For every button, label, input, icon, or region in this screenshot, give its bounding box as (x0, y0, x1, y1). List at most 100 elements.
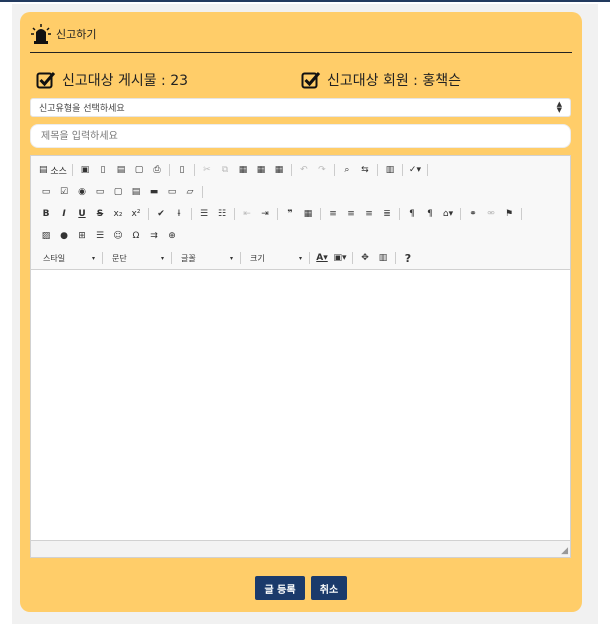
replace-icon[interactable]: ⇆ (357, 161, 373, 179)
size-label: 크기 (250, 253, 265, 263)
undo-icon[interactable]: ↶ (296, 161, 312, 179)
bold-button[interactable]: B (38, 205, 54, 223)
title-input[interactable] (30, 124, 571, 148)
toolbar-separator (290, 164, 292, 176)
show-blocks-icon[interactable]: ▥ (375, 249, 391, 267)
document-icon[interactable]: ▯ (174, 161, 190, 179)
preview-icon[interactable]: ▢ (131, 161, 147, 179)
copy-format-icon[interactable]: ✔ (153, 205, 169, 223)
paste-icon[interactable]: ▦ (235, 161, 251, 179)
toolbar-separator (193, 164, 195, 176)
checkbox-checked-icon (36, 72, 56, 89)
bulleted-list-icon[interactable]: ☷ (214, 205, 230, 223)
textarea-icon[interactable]: ▢ (110, 183, 126, 201)
numbered-list-icon[interactable]: ☰ (196, 205, 212, 223)
templates-icon[interactable]: ▤ (113, 161, 129, 179)
print-icon[interactable]: ⎙ (149, 161, 165, 179)
format-dropdown[interactable]: 문단 ▾ (106, 250, 168, 266)
toolbar-separator (234, 208, 235, 220)
copy-icon[interactable]: ⧉ (217, 161, 233, 179)
toolbar-row-5: 스타일 ▾ 문단 ▾ 글꼴 ▾ 크기 ▾ A▾ ▣▾ ✥ ▥ ? (37, 247, 564, 269)
submit-button[interactable]: 글 등록 (255, 576, 305, 600)
rtl-icon[interactable]: ¶ (422, 205, 438, 223)
editor-toolbar: ▤ 소스 ▣ ▯ ▤ ▢ ⎙ ▯ ✂ ⧉ ▦ ▦ ▦ ↶ ↷ ⌕ ⇆ ▥ ✓▾ … (31, 156, 570, 270)
resize-handle-icon[interactable]: ◢ (561, 546, 568, 556)
page-break-icon[interactable]: ⇉ (146, 227, 162, 245)
member-target-checkbox[interactable]: 신고대상 회원 : 홍책슨 (301, 70, 461, 90)
redo-icon[interactable]: ↷ (314, 161, 330, 179)
rich-text-editor: ▤ 소스 ▣ ▯ ▤ ▢ ⎙ ▯ ✂ ⧉ ▦ ▦ ▦ ↶ ↷ ⌕ ⇆ ▥ ✓▾ … (30, 155, 571, 558)
special-char-icon[interactable]: Ω (128, 227, 144, 245)
indent-icon[interactable]: ⇥ (257, 205, 273, 223)
toolbar-separator (240, 252, 241, 264)
outdent-icon[interactable]: ⇤ (239, 205, 255, 223)
toolbar-separator (277, 208, 278, 220)
form-icon[interactable]: ▭ (38, 183, 54, 201)
help-button[interactable]: ? (400, 249, 416, 267)
styles-dropdown[interactable]: 스타일 ▾ (37, 250, 99, 266)
italic-button[interactable]: I (56, 205, 72, 223)
toolbar-separator (401, 164, 403, 176)
select-all-icon[interactable]: ▥ (382, 161, 398, 179)
remove-format-icon[interactable]: Ɨ (171, 205, 187, 223)
blockquote-icon[interactable]: ❞ (282, 205, 298, 223)
subscript-icon[interactable]: x₂ (110, 205, 126, 223)
iframe-icon[interactable]: ⊕ (164, 227, 180, 245)
size-dropdown[interactable]: 크기 ▾ (244, 250, 306, 266)
post-target-checkbox[interactable]: 신고대상 게시물 : 23 (36, 70, 188, 90)
toolbar-separator (333, 164, 335, 176)
font-dropdown[interactable]: 글꼴 ▾ (175, 250, 237, 266)
radio-icon[interactable]: ◉ (74, 183, 90, 201)
ltr-icon[interactable]: ¶ (404, 205, 420, 223)
toolbar-separator (168, 164, 170, 176)
checkbox-icon[interactable]: ☑ (56, 183, 72, 201)
strike-button[interactable]: S (92, 205, 108, 223)
text-field-icon[interactable]: ▭ (92, 183, 108, 201)
maximize-icon[interactable]: ✥ (357, 249, 373, 267)
table-icon[interactable]: ⊞ (74, 227, 90, 245)
align-justify-icon[interactable]: ≣ (379, 205, 395, 223)
siren-icon (31, 24, 51, 44)
new-page-icon[interactable]: ▯ (95, 161, 111, 179)
align-center-icon[interactable]: ≡ (343, 205, 359, 223)
cancel-button[interactable]: 취소 (311, 576, 347, 600)
editor-content-area[interactable] (31, 270, 570, 540)
toolbar-separator (102, 252, 103, 264)
paste-text-icon[interactable]: ▦ (253, 161, 269, 179)
image-icon[interactable]: ▨ (38, 227, 54, 245)
member-target-label: 신고대상 회원 : 홍책슨 (327, 73, 461, 89)
div-icon[interactable]: ▦ (300, 205, 316, 223)
image-button-icon[interactable]: ▭ (164, 183, 180, 201)
smiley-icon[interactable]: ☺ (110, 227, 126, 245)
hidden-field-icon[interactable]: ▱ (182, 183, 198, 201)
superscript-icon[interactable]: x² (128, 205, 144, 223)
chevron-down-icon: ▾ (298, 254, 302, 262)
anchor-flag-icon[interactable]: ⚑ (501, 205, 517, 223)
source-button[interactable]: ▤ 소스 (38, 161, 68, 179)
spellcheck-icon[interactable]: ✓▾ (407, 161, 423, 179)
find-icon[interactable]: ⌕ (339, 161, 355, 179)
cut-icon[interactable]: ✂ (199, 161, 215, 179)
text-color-icon[interactable]: A▾ (314, 249, 330, 267)
align-left-icon[interactable]: ≡ (325, 205, 341, 223)
underline-button[interactable]: U (74, 205, 90, 223)
unlink-icon[interactable]: ⚮ (483, 205, 499, 223)
toolbar-row-1: ▤ 소스 ▣ ▯ ▤ ▢ ⎙ ▯ ✂ ⧉ ▦ ▦ ▦ ↶ ↷ ⌕ ⇆ ▥ ✓▾ (37, 159, 564, 181)
paste-word-icon[interactable]: ▦ (271, 161, 287, 179)
toolbar-separator (202, 186, 203, 198)
toolbar-row-3: B I U S x₂ x² ✔ Ɨ ☰ ☷ ⇤ ⇥ ❞ ▦ ≡ ≡ ≡ ≣ ¶ … (37, 203, 564, 225)
action-buttons: 글 등록 취소 (20, 576, 582, 600)
bg-color-icon[interactable]: ▣▾ (332, 249, 348, 267)
font-label: 글꼴 (181, 253, 196, 263)
link-icon[interactable]: ⚭ (465, 205, 481, 223)
report-type-select[interactable]: 신고유형을 선택하세요 ▲ ▼ (30, 98, 571, 117)
select-field-icon[interactable]: ▤ (128, 183, 144, 201)
align-right-icon[interactable]: ≡ (361, 205, 377, 223)
editor-status-bar: ◢ (31, 540, 570, 557)
toolbar-separator (71, 164, 73, 176)
save-icon[interactable]: ▣ (77, 161, 93, 179)
horizontal-rule-icon[interactable]: ☰ (92, 227, 108, 245)
language-icon[interactable]: ⌂▾ (440, 205, 456, 223)
button-field-icon[interactable]: ▬ (146, 183, 162, 201)
flash-icon[interactable]: ● (56, 227, 72, 245)
